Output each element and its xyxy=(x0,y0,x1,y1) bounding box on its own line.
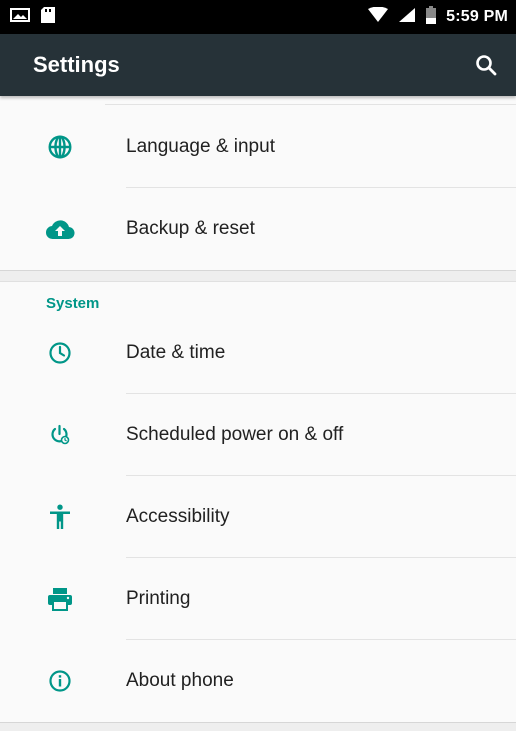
settings-item-label: Scheduled power on & off xyxy=(126,424,344,445)
settings-item-label: Date & time xyxy=(126,342,226,363)
divider xyxy=(105,104,516,105)
settings-item-scheduled-power[interactable]: Scheduled power on & off xyxy=(0,394,516,476)
cloud-upload-icon xyxy=(44,213,76,245)
status-bar: 5:59 PM xyxy=(0,0,516,34)
battery-icon xyxy=(426,5,437,29)
section-divider xyxy=(0,722,516,731)
settings-list: Language & input Backup & reset System D… xyxy=(0,96,516,731)
wifi-icon xyxy=(368,6,389,28)
printer-icon xyxy=(44,583,76,615)
status-time: 5:59 PM xyxy=(446,8,508,25)
settings-item-label: Language & input xyxy=(126,136,275,157)
section-divider xyxy=(0,270,516,282)
accessibility-icon xyxy=(44,501,76,533)
globe-icon xyxy=(44,131,76,163)
settings-item-label: Printing xyxy=(126,588,191,609)
settings-item-label: Backup & reset xyxy=(126,218,255,239)
settings-item-about-phone[interactable]: About phone xyxy=(0,640,516,722)
settings-item-accessibility[interactable]: Accessibility xyxy=(0,476,516,558)
sd-card-icon xyxy=(40,6,56,29)
search-button[interactable] xyxy=(470,49,502,81)
settings-item-language-input[interactable]: Language & input xyxy=(0,106,516,188)
section-header-system: System xyxy=(46,295,100,312)
scheduled-power-icon xyxy=(44,419,76,451)
settings-item-printing[interactable]: Printing xyxy=(0,558,516,640)
status-left xyxy=(10,6,56,29)
page-title: Settings xyxy=(33,52,120,77)
info-icon xyxy=(44,665,76,697)
clock-icon xyxy=(44,337,76,369)
settings-item-date-time[interactable]: Date & time xyxy=(0,312,516,394)
settings-item-label: About phone xyxy=(126,670,234,691)
settings-item-label: Accessibility xyxy=(126,506,230,527)
app-bar: Settings xyxy=(0,34,516,96)
settings-item-backup-reset[interactable]: Backup & reset xyxy=(0,188,516,270)
cell-signal-icon xyxy=(398,7,416,28)
image-notification-icon xyxy=(10,7,30,28)
status-right: 5:59 PM xyxy=(368,5,508,29)
search-icon xyxy=(476,55,497,76)
